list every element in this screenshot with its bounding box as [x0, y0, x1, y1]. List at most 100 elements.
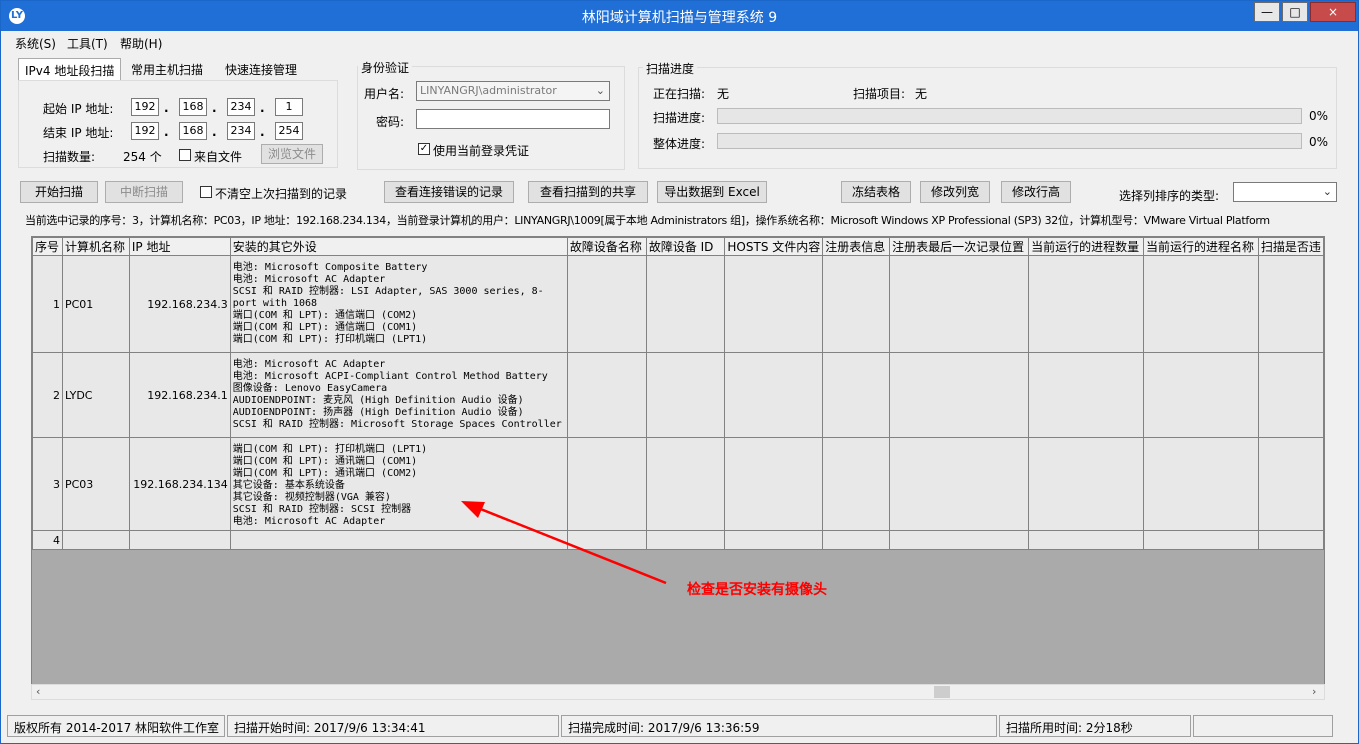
tab-ipv4-scan[interactable]: IPv4 地址段扫描 [18, 58, 122, 80]
progress-panel: 扫描进度 正在扫描: 无 扫描项目: 无 扫描进度: 0% 整体进度: 0% [638, 60, 1337, 169]
cell-name[interactable]: LYDC [61, 352, 130, 438]
column-header[interactable]: 注册表最后一次记录位置 [889, 237, 1030, 256]
cell-no[interactable]: 2 [32, 352, 63, 438]
menu-tools[interactable]: 工具(T) [67, 35, 108, 52]
password-field[interactable] [416, 109, 610, 129]
selected-record-info: 当前选中记录的序号：3，计算机名称：PC03，IP 地址：192.168.234… [25, 214, 1270, 227]
sort-type-select[interactable]: ⌄ [1233, 182, 1337, 202]
scanning-label: 正在扫描: [653, 87, 706, 101]
cell-name[interactable]: PC01 [61, 255, 130, 353]
cell-empty[interactable] [1142, 530, 1259, 550]
cell-empty[interactable] [889, 352, 1030, 438]
end-ip-octet-2[interactable]: 168 [179, 122, 207, 140]
cell-empty[interactable] [1028, 530, 1144, 550]
column-width-button[interactable]: 修改列宽 [920, 181, 990, 203]
cell-empty[interactable] [1142, 255, 1259, 353]
status-copyright: 版权所有 2014-2017 林阳软件工作室 [7, 715, 225, 737]
column-header[interactable]: 故障设备 ID [645, 237, 726, 256]
use-current-credentials-checkbox[interactable]: ✓ [418, 143, 430, 155]
cell-empty[interactable] [724, 255, 824, 353]
column-header[interactable]: HOSTS 文件内容 [724, 237, 824, 256]
start-ip-octet-4[interactable]: 1 [275, 98, 303, 116]
column-header[interactable]: 注册表信息 [822, 237, 891, 256]
cell-empty[interactable] [1028, 255, 1144, 353]
column-header[interactable]: 安装的其它外设 [229, 237, 568, 256]
cell-empty[interactable] [822, 530, 891, 550]
export-excel-button[interactable]: 导出数据到 Excel [657, 181, 767, 203]
tab-common-hosts[interactable]: 常用主机扫描 [125, 58, 209, 80]
start-ip-octet-2[interactable]: 168 [179, 98, 207, 116]
cell-empty[interactable] [724, 437, 824, 531]
view-errors-button[interactable]: 查看连接错误的记录 [384, 181, 514, 203]
scrollbar-thumb[interactable] [934, 686, 950, 698]
start-ip-octet-1[interactable]: 192 [131, 98, 159, 116]
overall-progress-bar [717, 133, 1302, 149]
cell-ip[interactable]: 192.168.234.1 [128, 352, 231, 438]
stop-scan-button[interactable]: 中断扫描 [105, 181, 183, 203]
cell-empty[interactable] [889, 437, 1030, 531]
cell-empty[interactable] [566, 352, 647, 438]
maximize-button[interactable]: □ [1282, 2, 1308, 22]
cell-no[interactable]: 3 [32, 437, 63, 531]
scroll-left-icon[interactable]: ‹ [36, 685, 40, 698]
column-header[interactable]: IP 地址 [128, 237, 231, 256]
start-ip-octet-3[interactable]: 234 [227, 98, 255, 116]
cell-ip[interactable]: 192.168.234.3 [128, 255, 231, 353]
cell-empty[interactable] [1142, 352, 1259, 438]
cell-empty[interactable] [889, 255, 1030, 353]
cell-empty[interactable] [822, 352, 891, 438]
cell-empty[interactable] [1257, 255, 1324, 353]
column-header[interactable]: 序号 [32, 237, 63, 256]
column-header[interactable]: 计算机名称 [61, 237, 130, 256]
minimize-button[interactable]: — [1254, 2, 1280, 22]
cell-ip[interactable]: 192.168.234.134 [128, 437, 231, 531]
cell-empty[interactable] [1257, 352, 1324, 438]
freeze-table-button[interactable]: 冻结表格 [841, 181, 911, 203]
results-table[interactable]: 序号 计算机名称 IP 地址 安装的其它外设 故障设备名称 故障设备 ID HOSTS 文件… [31, 236, 1325, 686]
cell-empty[interactable] [1257, 437, 1324, 531]
cell-empty[interactable] [822, 255, 891, 353]
end-ip-octet-1[interactable]: 192 [131, 122, 159, 140]
cell-empty[interactable] [1028, 437, 1144, 531]
cell-empty[interactable] [645, 255, 726, 353]
scroll-right-icon[interactable]: › [1312, 685, 1316, 698]
view-shares-button[interactable]: 查看扫描到的共享 [528, 181, 648, 203]
row-height-button[interactable]: 修改行高 [1001, 181, 1071, 203]
cell-empty[interactable] [724, 530, 824, 550]
cell-empty[interactable] [822, 437, 891, 531]
cell-no[interactable]: 1 [32, 255, 63, 353]
cell-empty[interactable] [724, 352, 824, 438]
table-row[interactable]: 2 LYDC 192.168.234.1 电池: Microsoft AC Adapt… [32, 352, 1324, 438]
cell-devices[interactable]: 电池: Microsoft AC Adapter 电池: Microsoft A… [229, 352, 568, 438]
cell-empty[interactable] [566, 255, 647, 353]
browse-file-button[interactable]: 浏览文件 [261, 144, 323, 164]
cell-empty[interactable] [1257, 530, 1324, 550]
column-header[interactable]: 当前运行的进程数量 [1028, 237, 1144, 256]
cell-empty[interactable] [889, 530, 1030, 550]
column-header[interactable]: 当前运行的进程名称 [1142, 237, 1259, 256]
column-header[interactable]: 扫描是否违 [1257, 237, 1324, 256]
start-scan-button[interactable]: 开始扫描 [20, 181, 98, 203]
close-button[interactable]: × [1310, 2, 1356, 22]
keep-records-checkbox[interactable] [200, 186, 212, 198]
cell-name[interactable]: PC03 [61, 437, 130, 531]
cell-empty[interactable] [1028, 352, 1144, 438]
menu-help[interactable]: 帮助(H) [120, 35, 162, 52]
username-combobox[interactable]: LINYANGRJ\administrator ⌄ [416, 81, 610, 101]
cell-empty[interactable] [1142, 437, 1259, 531]
end-ip-octet-3[interactable]: 234 [227, 122, 255, 140]
cell-devices[interactable]: 电池: Microsoft Composite Battery 电池: Micr… [229, 255, 568, 353]
menu-system[interactable]: 系统(S) [15, 35, 56, 52]
cell-no[interactable]: 4 [32, 530, 63, 550]
cell-ip[interactable] [128, 530, 231, 550]
cell-empty[interactable] [645, 352, 726, 438]
from-file-checkbox[interactable] [179, 149, 191, 161]
tab-quick-connect[interactable]: 快速连接管理 [219, 58, 303, 80]
username-value: LINYANGRJ\administrator [420, 84, 557, 97]
column-header[interactable]: 故障设备名称 [566, 237, 647, 256]
end-ip-octet-4[interactable]: 254 [275, 122, 303, 140]
title-bar[interactable]: LY 林阳域计算机扫描与管理系统 9 — □ × [1, 1, 1358, 31]
table-row[interactable]: 1 PC01 192.168.234.3 电池: Microsoft Composit… [32, 255, 1324, 353]
horizontal-scrollbar[interactable]: ‹ › [31, 684, 1325, 700]
cell-name[interactable] [61, 530, 130, 550]
